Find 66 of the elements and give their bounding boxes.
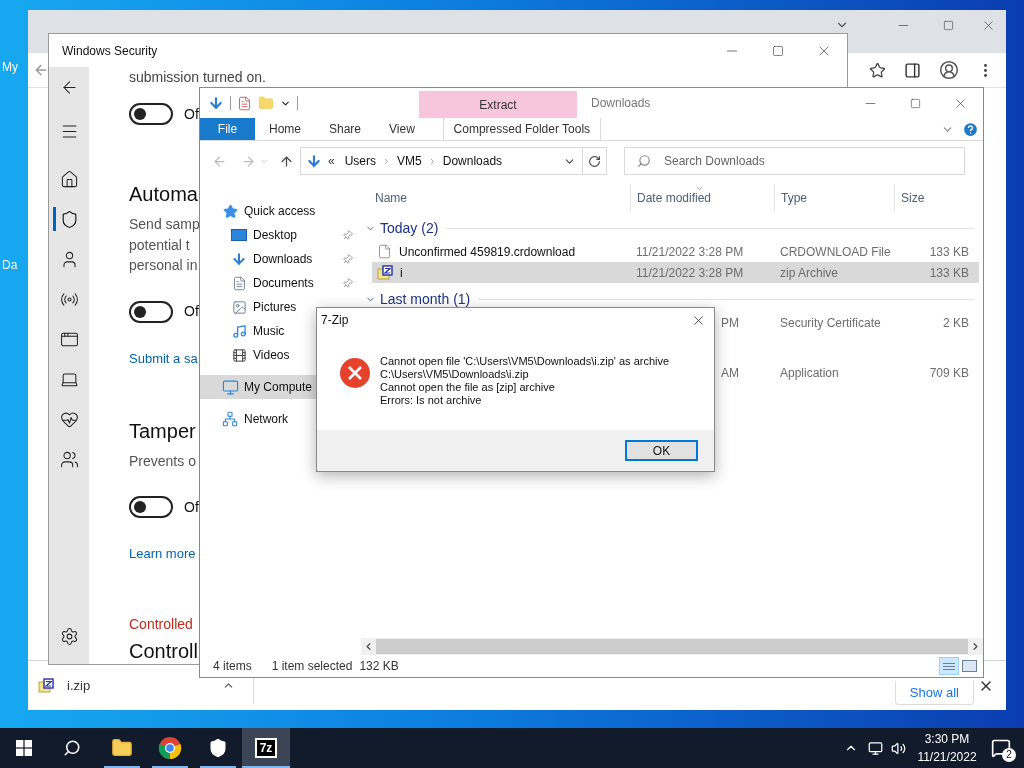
size-cell-text: 709 KB bbox=[928, 364, 970, 382]
warning-text: Controlled bbox=[129, 615, 193, 634]
type-cell-text: Application bbox=[779, 364, 840, 382]
ribbon-tab[interactable]: Share bbox=[315, 118, 376, 140]
ribbon-tab[interactable]: File bbox=[200, 118, 255, 140]
ribbon-tab[interactable]: Compressed Folder Tools bbox=[442, 118, 601, 140]
ribbon-tab[interactable]: View bbox=[375, 118, 429, 140]
address-bar[interactable]: « Users VM5 Downloads bbox=[300, 147, 607, 175]
archiver-icon: 7z bbox=[254, 738, 278, 758]
column-header[interactable]: Size bbox=[894, 184, 974, 212]
file-row[interactable]: i 11/21/2022 3:28 PM zip Archive 133 KB bbox=[372, 262, 979, 283]
download-item[interactable]: i.zip bbox=[67, 675, 91, 696]
error-message: C:\Users\VM5\Downloads\i.zip bbox=[380, 368, 530, 381]
window-title: Downloads bbox=[591, 95, 651, 112]
description-text: Send samp bbox=[129, 215, 200, 234]
show-all-button[interactable]: Show all bbox=[894, 681, 974, 705]
section-heading: Tamper bbox=[129, 418, 196, 444]
description-text: personal in bbox=[129, 256, 198, 275]
type-cell-text: zip Archive bbox=[779, 264, 840, 282]
type-cell-text: Security Certificate bbox=[779, 314, 882, 332]
type-cell-text: CRDOWNLOAD File bbox=[779, 243, 892, 261]
error-message: Errors: Is not archive bbox=[380, 394, 483, 407]
contextual-tab-header: Extract bbox=[419, 91, 577, 118]
section-heading: Controll bbox=[129, 639, 198, 664]
status-text: 132 KB bbox=[359, 658, 399, 675]
column-header[interactable]: Name bbox=[361, 184, 630, 212]
toggle-label: Of bbox=[184, 104, 199, 124]
size-cell-text: 2 KB bbox=[942, 314, 970, 332]
size-cell-text: 133 KB bbox=[928, 243, 970, 261]
dialog-title: 7-Zip bbox=[321, 312, 349, 329]
column-header[interactable]: Type bbox=[774, 184, 894, 212]
toggle-label: Of bbox=[184, 497, 199, 517]
error-message: Cannot open the file as [zip] archive bbox=[380, 381, 556, 394]
group-header[interactable]: Today (2) bbox=[361, 215, 974, 241]
link[interactable]: Submit a sa bbox=[129, 348, 198, 369]
ribbon-tab[interactable]: Home bbox=[255, 118, 315, 140]
overflow-chevron[interactable]: « bbox=[328, 152, 335, 170]
date-cell: AM bbox=[721, 365, 739, 380]
ok-button[interactable]: OK bbox=[625, 440, 698, 461]
toggle-label: Of bbox=[184, 302, 199, 321]
navigation-item[interactable]: Documents bbox=[200, 271, 361, 295]
navigation-item[interactable]: Downloads bbox=[200, 247, 361, 271]
date-cell: PM bbox=[721, 315, 739, 330]
description-text: submission turned on. bbox=[129, 68, 266, 87]
status-text: 4 items bbox=[213, 658, 252, 675]
breadcrumb[interactable]: VM5 bbox=[397, 152, 422, 170]
status-text: 1 item selected bbox=[271, 658, 353, 675]
date-cell: 11/21/2022 3:28 PM bbox=[636, 244, 744, 259]
file-row[interactable]: Unconfirmed 459819.crdownload 11/21/2022 3:28 PM CRDOWNLOAD File 133 KB bbox=[372, 241, 979, 262]
link[interactable]: Learn more bbox=[129, 544, 196, 564]
clock[interactable]: 3:30 PM 11/21/2022 bbox=[916, 730, 978, 766]
navigation-item[interactable]: Desktop bbox=[200, 223, 361, 247]
taskbar-button[interactable]: 7z bbox=[242, 728, 290, 768]
search-field[interactable]: Search Downloads bbox=[624, 147, 965, 175]
navigation-item[interactable]: Quick access bbox=[200, 199, 361, 223]
date-cell: 11/21/2022 3:28 PM bbox=[636, 265, 744, 280]
column-header[interactable]: Date modified bbox=[630, 184, 774, 212]
error-message: Cannot open file 'C:\Users\VM5\Downloads\i.zip' as archive bbox=[380, 355, 670, 368]
description-text: Prevents o bbox=[129, 451, 196, 471]
description-text: potential t bbox=[129, 235, 190, 255]
notification-count: 2 bbox=[1002, 748, 1016, 762]
window-title: Windows Security bbox=[62, 42, 158, 60]
breadcrumb[interactable]: Users bbox=[344, 152, 377, 170]
size-cell-text: 133 KB bbox=[928, 264, 970, 282]
section-heading: Automa bbox=[129, 182, 198, 207]
breadcrumb[interactable]: Downloads bbox=[442, 152, 503, 170]
